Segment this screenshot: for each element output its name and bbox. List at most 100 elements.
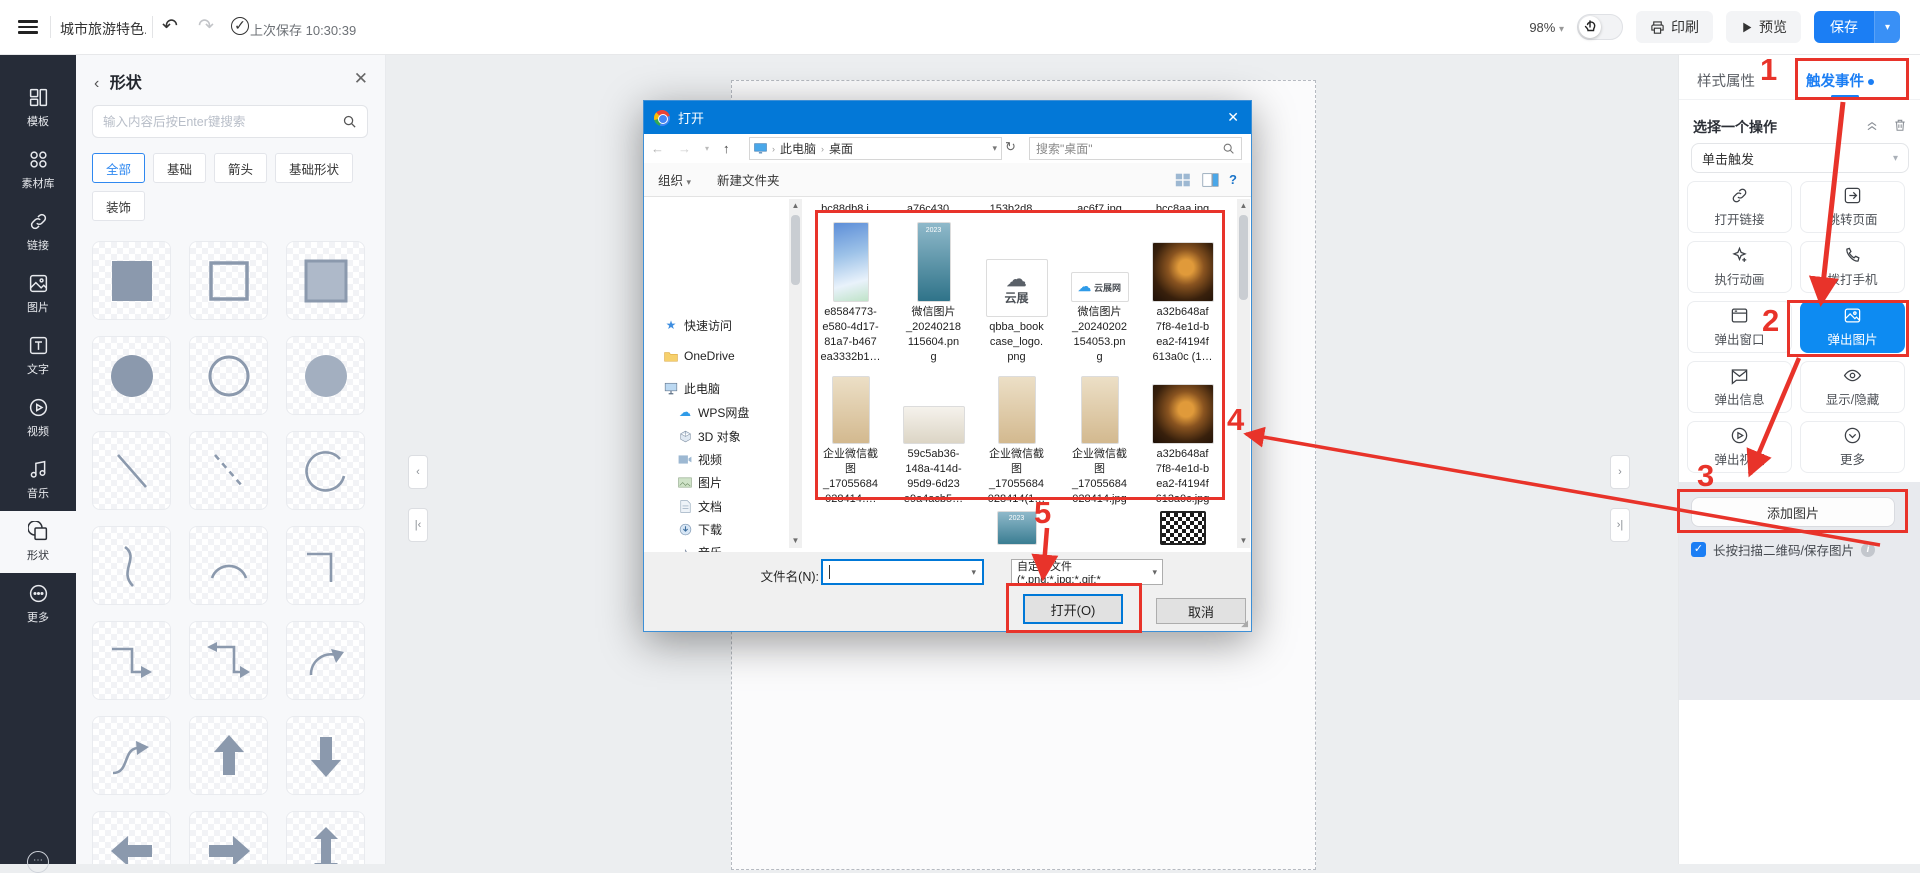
- trash-icon[interactable]: [1893, 118, 1907, 132]
- dialog-search-box[interactable]: 搜索"桌面": [1029, 137, 1242, 160]
- open-button[interactable]: 打开(O): [1023, 594, 1123, 624]
- hamburger-menu-icon[interactable]: [18, 20, 38, 34]
- shape-search-input[interactable]: [103, 115, 342, 129]
- shape-line[interactable]: [92, 431, 171, 510]
- panel-expand-all-button[interactable]: ›|: [1610, 508, 1630, 542]
- shape-arrow-curved[interactable]: [286, 621, 365, 700]
- shape-circle-filled[interactable]: [92, 336, 171, 415]
- sidebar-item-shape[interactable]: 形状: [0, 511, 76, 573]
- shape-circle-filled-2[interactable]: [286, 336, 365, 415]
- redo-icon[interactable]: ↷: [198, 15, 214, 39]
- cancel-button[interactable]: 取消: [1156, 598, 1246, 624]
- sidebar-scrollbar[interactable]: ▲ ▼: [789, 199, 802, 548]
- touch-mode-toggle[interactable]: [1577, 14, 1623, 40]
- shape-tab-箭头[interactable]: 箭头: [214, 153, 267, 183]
- dialog-titlebar[interactable]: 打开 ✕: [644, 101, 1251, 134]
- panel-collapse-button[interactable]: ‹: [408, 455, 428, 489]
- dialog-sidebar-item-3[interactable]: 此电脑: [660, 377, 798, 399]
- action-window[interactable]: 弹出窗口: [1687, 301, 1792, 353]
- file-item-partial[interactable]: a76c430…: [892, 199, 975, 213]
- sidebar-item-link[interactable]: 链接: [0, 201, 76, 263]
- shape-arc-open[interactable]: [286, 431, 365, 510]
- shape-arrow-up[interactable]: [189, 716, 268, 795]
- file-item[interactable]: e8584773- e580-4d17- 81a7-b467 ea3332b1…: [809, 222, 892, 365]
- sidebar-item-image[interactable]: 图片: [0, 263, 76, 325]
- breadcrumb-this-pc[interactable]: 此电脑: [780, 140, 816, 157]
- shape-arrow-down[interactable]: [286, 716, 365, 795]
- file-item[interactable]: 企业微信截 图 _17055684 028414(1…: [975, 376, 1058, 507]
- shape-square-filled[interactable]: [92, 241, 171, 320]
- shape-arrow-left[interactable]: [92, 811, 171, 864]
- breadcrumb-desktop[interactable]: 桌面: [829, 140, 853, 157]
- action-more[interactable]: 更多: [1800, 421, 1905, 473]
- file-item[interactable]: a32b648af 7f8-4e1d-b ea2-f4194f 613a0c (…: [1141, 242, 1224, 365]
- panel-expand-button[interactable]: ›: [1610, 455, 1630, 489]
- action-link[interactable]: 打开链接: [1687, 181, 1792, 233]
- file-item-partial[interactable]: bcc8aa.jpg: [1141, 199, 1224, 213]
- file-item[interactable]: a32b648af 7f8-4e1d-b ea2-f4194f 613a0c.j…: [1141, 384, 1224, 507]
- shape-line-dashed[interactable]: [189, 431, 268, 510]
- document-title[interactable]: 城市旅游特色...: [60, 19, 146, 39]
- panel-close-icon[interactable]: ✕: [354, 69, 368, 89]
- action-message[interactable]: 弹出信息: [1687, 361, 1792, 413]
- file-item-partial[interactable]: 2023: [975, 511, 1058, 545]
- action-video[interactable]: 弹出视频: [1687, 421, 1792, 473]
- dialog-sidebar-item-2[interactable]: OneDrive: [660, 345, 798, 367]
- info-icon[interactable]: i: [1861, 543, 1875, 557]
- shape-arrow-right[interactable]: [189, 811, 268, 864]
- view-mode-icon[interactable]: [1175, 173, 1192, 187]
- shape-square-filled-border[interactable]: [286, 241, 365, 320]
- shape-elbow-line[interactable]: [286, 526, 365, 605]
- shape-arrow-s-curve[interactable]: [92, 716, 171, 795]
- sidebar-item-video[interactable]: 视频: [0, 387, 76, 449]
- save-more-dropdown[interactable]: ▾: [1874, 11, 1900, 43]
- resize-grip[interactable]: ◢: [1241, 618, 1248, 629]
- zoom-level-dropdown[interactable]: 98% ▾: [1529, 20, 1564, 35]
- preview-button[interactable]: 预览: [1726, 11, 1801, 43]
- shape-circle-outline[interactable]: [189, 336, 268, 415]
- undo-icon[interactable]: ↶: [162, 15, 178, 39]
- shape-elbow-arrow-both[interactable]: [189, 621, 268, 700]
- shape-square-outline[interactable]: [189, 241, 268, 320]
- file-item-partial[interactable]: 153b2d8…: [975, 199, 1058, 213]
- organize-menu[interactable]: 组织 ▾: [658, 170, 691, 189]
- file-item-partial[interactable]: bc88db8.j…: [809, 199, 892, 213]
- sidebar-item-text[interactable]: 文字: [0, 325, 76, 387]
- history-chevron-icon[interactable]: ▾: [698, 144, 716, 153]
- file-item[interactable]: 企业微信截 图 _17055684 028414….: [809, 376, 892, 507]
- sidebar-item-template[interactable]: 模板: [0, 77, 76, 139]
- filename-input[interactable]: ▾: [821, 559, 984, 585]
- trigger-mode-select[interactable]: 单击触发▾: [1691, 143, 1909, 173]
- shape-tab-基础[interactable]: 基础: [153, 153, 206, 183]
- add-image-button[interactable]: 添加图片: [1691, 497, 1895, 527]
- action-jump[interactable]: 跳转页面: [1800, 181, 1905, 233]
- file-item-partial[interactable]: ac6f7.jpg: [1058, 199, 1141, 213]
- file-item[interactable]: ☁云展qbba_book case_logo. png: [975, 259, 1058, 365]
- panel-collapse-all-button[interactable]: |‹: [408, 508, 428, 542]
- shape-tab-全部[interactable]: 全部: [92, 153, 145, 183]
- scroll-up-icon[interactable]: ▲: [789, 199, 802, 213]
- help-icon[interactable]: ⋯: [27, 851, 49, 873]
- shape-tab-装饰[interactable]: 装饰: [92, 191, 145, 221]
- shape-curve-s[interactable]: [92, 526, 171, 605]
- file-item[interactable]: 59c5ab36- 148a-414d- 95d9-6d23 e9a4acb5…: [892, 406, 975, 507]
- shape-arrow-updown[interactable]: [286, 811, 365, 864]
- panel-back-icon[interactable]: ‹: [94, 75, 99, 92]
- shape-tab-基础形状[interactable]: 基础形状: [275, 153, 353, 183]
- address-bar[interactable]: › 此电脑 › 桌面 ▾: [749, 137, 1002, 160]
- scroll-down-icon[interactable]: ▼: [789, 534, 802, 548]
- tab-style-properties[interactable]: 样式属性: [1697, 70, 1755, 91]
- sidebar-item-more[interactable]: 更多: [0, 573, 76, 635]
- save-button-group[interactable]: 保存 ▾: [1814, 11, 1900, 43]
- checkbox-long-press[interactable]: ✓: [1691, 542, 1706, 557]
- file-list-scrollbar[interactable]: ▲ ▼: [1237, 199, 1250, 548]
- action-phone[interactable]: 拨打手机: [1800, 241, 1905, 293]
- help-icon[interactable]: ?: [1229, 172, 1237, 187]
- filename-dropdown-icon[interactable]: ▾: [971, 567, 976, 578]
- new-folder-button[interactable]: 新建文件夹: [717, 170, 780, 189]
- shape-elbow-arrow-right[interactable]: [92, 621, 171, 700]
- file-item[interactable]: 企业微信截 图 _17055684 028414.jpg: [1058, 376, 1141, 507]
- back-icon[interactable]: ←: [644, 141, 671, 156]
- forward-icon[interactable]: →: [671, 141, 698, 156]
- file-item[interactable]: ☁云展网微信图片 _20240202 154053.pn g: [1058, 272, 1141, 365]
